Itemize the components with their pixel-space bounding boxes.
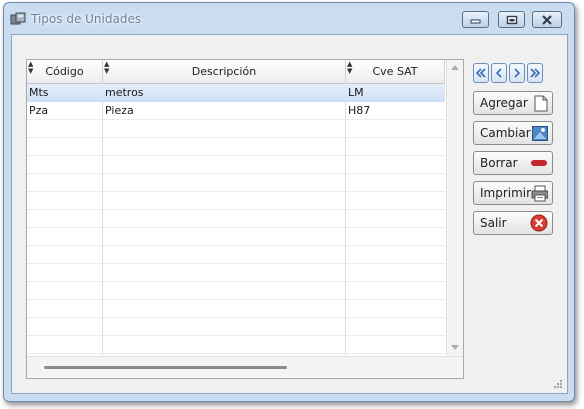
exit-button-label: Salir [480, 216, 507, 230]
app-icon [10, 12, 26, 25]
previous-record-button[interactable] [491, 63, 507, 83]
table-row[interactable]: Pza Pieza H87 [27, 102, 445, 120]
row-divider [27, 155, 445, 156]
edit-image-icon [532, 125, 548, 141]
sort-icon: ▲ ▼ [28, 60, 34, 75]
row-divider [27, 299, 445, 300]
exit-x-icon [530, 214, 548, 232]
scroll-down-icon[interactable] [451, 345, 459, 350]
cell-descripcion: Pieza [105, 104, 134, 117]
printer-icon [531, 185, 548, 201]
column-divider [102, 83, 103, 355]
first-record-button[interactable] [473, 63, 489, 83]
row-divider [27, 281, 445, 282]
client-area: ▲ ▼ Código ▲ ▼ Descripción ▲ ▼ Cve SAT M… [11, 34, 568, 394]
add-button-label: Agregar [480, 96, 528, 110]
change-button-label: Cambiar [480, 126, 531, 140]
row-divider [27, 353, 445, 354]
cell-codigo: Mts [29, 86, 49, 99]
print-button[interactable]: Imprimir [473, 181, 553, 205]
add-button[interactable]: Agregar [473, 91, 553, 115]
column-header-descripcion[interactable]: ▲ ▼ Descripción [103, 60, 346, 83]
cell-codigo: Pza [29, 104, 49, 117]
row-divider [27, 227, 445, 228]
delete-minus-icon [531, 160, 547, 166]
column-header-cve-sat[interactable]: ▲ ▼ Cve SAT [346, 60, 445, 83]
close-button[interactable] [532, 11, 562, 28]
previous-record-icon [495, 68, 502, 78]
horizontal-scroll-thumb[interactable] [44, 366, 287, 369]
minimize-button[interactable] [462, 11, 489, 28]
row-divider [27, 191, 445, 192]
title-bar[interactable]: Tipos de Unidades [4, 3, 574, 33]
cell-descripcion: metros [105, 86, 144, 99]
record-navigation [473, 63, 543, 83]
table-header: ▲ ▼ Código ▲ ▼ Descripción ▲ ▼ Cve SAT [27, 60, 445, 84]
row-divider [27, 335, 445, 336]
print-button-label: Imprimir [480, 186, 532, 200]
main-window: Tipos de Unidades ▲ ▼ Código ▲ ▼ Descrip… [3, 2, 575, 402]
window-title: Tipos de Unidades [31, 12, 142, 26]
change-button[interactable]: Cambiar [473, 121, 553, 145]
horizontal-scrollbar[interactable] [27, 356, 463, 378]
maximize-button[interactable] [498, 11, 525, 28]
next-record-icon [514, 68, 521, 78]
new-document-icon [534, 95, 548, 111]
vertical-scrollbar[interactable] [446, 60, 463, 356]
column-divider [345, 83, 346, 355]
scroll-up-icon[interactable] [451, 65, 459, 70]
column-header-codigo[interactable]: ▲ ▼ Código [27, 60, 103, 83]
delete-button[interactable]: Borrar [473, 151, 553, 175]
row-divider [27, 209, 445, 210]
minimize-icon [470, 19, 481, 24]
row-divider [27, 263, 445, 264]
maximize-icon [506, 15, 517, 24]
cell-cve-sat: LM [348, 86, 364, 99]
units-table[interactable]: ▲ ▼ Código ▲ ▼ Descripción ▲ ▼ Cve SAT M… [26, 59, 464, 379]
exit-button[interactable]: Salir [473, 211, 553, 235]
row-divider [27, 317, 445, 318]
next-record-button[interactable] [509, 63, 525, 83]
last-record-button[interactable] [527, 63, 543, 83]
table-row[interactable]: Mts metros LM [27, 84, 445, 102]
resize-grip-icon[interactable] [553, 379, 563, 389]
last-record-icon [530, 68, 541, 78]
cell-cve-sat: H87 [348, 104, 371, 117]
row-divider [27, 137, 445, 138]
close-icon [542, 14, 552, 25]
first-record-icon [475, 68, 486, 78]
row-divider [27, 245, 445, 246]
sort-icon: ▲ ▼ [347, 60, 353, 75]
delete-button-label: Borrar [480, 156, 518, 170]
sort-icon: ▲ ▼ [104, 60, 110, 75]
row-divider [27, 173, 445, 174]
